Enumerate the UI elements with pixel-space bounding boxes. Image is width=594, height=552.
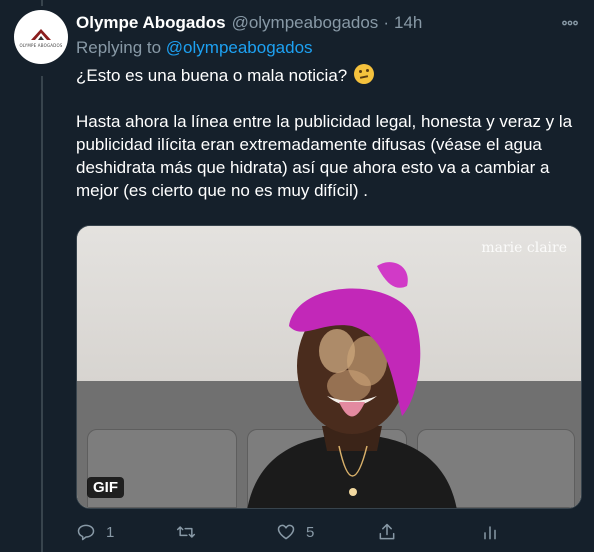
heart-icon <box>277 524 295 540</box>
avatar[interactable]: OLYMPE ABOGADOS <box>14 10 68 64</box>
retweet-button[interactable] <box>176 522 206 542</box>
tweet-paragraph: Hasta ahora la línea entre la publicidad… <box>76 112 573 200</box>
analytics-button[interactable] <box>480 522 500 542</box>
thread-line <box>41 76 43 552</box>
tweet-paragraph-text: ¿Esto es una buena o mala noticia? <box>76 66 348 85</box>
tweet-text: ¿Esto es una buena o mala noticia? Hasta… <box>76 64 586 225</box>
analytics-icon <box>484 526 496 540</box>
reply-button[interactable]: 1 <box>76 522 114 542</box>
replying-to: Replying to @olympeabogados <box>76 38 313 58</box>
thinking-face-emoji <box>353 64 374 84</box>
thread-line-top <box>41 0 43 6</box>
separator-dot: · <box>383 13 389 32</box>
reply-count: 1 <box>106 523 115 541</box>
logo-text: OLYMPE ABOGADOS <box>19 42 63 48</box>
brand-watermark: marie claire <box>481 240 567 256</box>
replying-to-mention[interactable]: @olympeabogados <box>166 38 313 57</box>
more-options-button[interactable] <box>558 12 582 34</box>
retweet-icon <box>176 526 196 538</box>
logo-icon <box>31 28 51 40</box>
share-button[interactable] <box>377 522 397 542</box>
gif-badge: GIF <box>87 477 124 498</box>
user-handle[interactable]: @olympeabogados <box>232 13 379 33</box>
like-button[interactable]: 5 <box>276 522 314 542</box>
tweet-paragraph: ¿Esto es una buena o mala noticia? <box>76 64 586 87</box>
like-count: 5 <box>306 523 315 541</box>
replying-to-label: Replying to <box>76 38 162 57</box>
share-icon <box>379 523 395 540</box>
tweet-actions: 1 5 <box>76 520 516 544</box>
gif-media[interactable]: marie claire GIF <box>76 225 582 509</box>
display-name[interactable]: Olympe Abogados <box>76 13 226 33</box>
tweet-header: Olympe Abogados @olympeabogados · 14h <box>76 12 582 34</box>
timestamp[interactable]: 14h <box>394 13 422 33</box>
person-image <box>247 262 457 508</box>
reply-icon <box>77 524 95 541</box>
more-icon <box>562 20 578 26</box>
